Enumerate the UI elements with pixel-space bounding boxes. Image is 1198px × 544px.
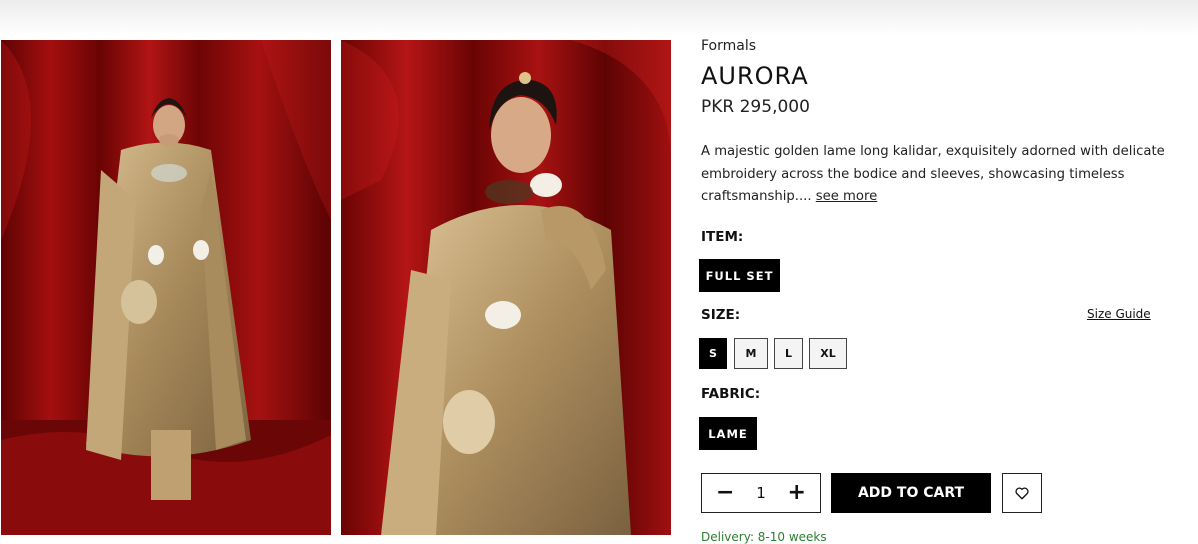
delivery-info: Delivery: 8-10 weeks bbox=[701, 530, 827, 544]
model-photo-illustration bbox=[1, 40, 331, 535]
size-option-s[interactable]: S bbox=[699, 338, 727, 369]
add-to-cart-button[interactable]: ADD TO CART bbox=[831, 473, 991, 513]
product-description: A majestic golden lame long kalidar, exq… bbox=[701, 141, 1171, 209]
item-option-full-set[interactable]: FULL SET bbox=[699, 259, 780, 292]
product-image-full-length[interactable] bbox=[1, 40, 331, 535]
description-text: A majestic golden lame long kalidar, exq… bbox=[701, 144, 1165, 204]
see-more-link[interactable]: see more bbox=[816, 189, 877, 204]
item-label: ITEM: bbox=[701, 229, 744, 245]
quantity-value[interactable]: 1 bbox=[756, 484, 766, 502]
wishlist-button[interactable] bbox=[1002, 473, 1042, 513]
product-image-closeup[interactable] bbox=[341, 40, 671, 535]
size-label: SIZE: bbox=[701, 307, 741, 323]
product-category[interactable]: Formals bbox=[701, 38, 756, 54]
fabric-label: FABRIC: bbox=[701, 386, 761, 402]
size-guide-link[interactable]: Size Guide bbox=[1087, 307, 1151, 321]
size-option-m[interactable]: M bbox=[734, 338, 768, 369]
minus-icon[interactable]: − bbox=[716, 482, 734, 504]
heart-icon bbox=[1015, 487, 1029, 499]
quantity-stepper: − 1 + bbox=[701, 473, 821, 513]
product-price: PKR 295,000 bbox=[701, 97, 810, 117]
size-option-l[interactable]: L bbox=[774, 338, 803, 369]
model-closeup-illustration bbox=[341, 40, 671, 535]
fabric-option-lame[interactable]: LAME bbox=[699, 417, 757, 450]
size-option-xl[interactable]: XL bbox=[809, 338, 847, 369]
top-bar bbox=[0, 0, 1198, 36]
product-title: AURORA bbox=[701, 62, 809, 90]
plus-icon[interactable]: + bbox=[788, 482, 806, 504]
